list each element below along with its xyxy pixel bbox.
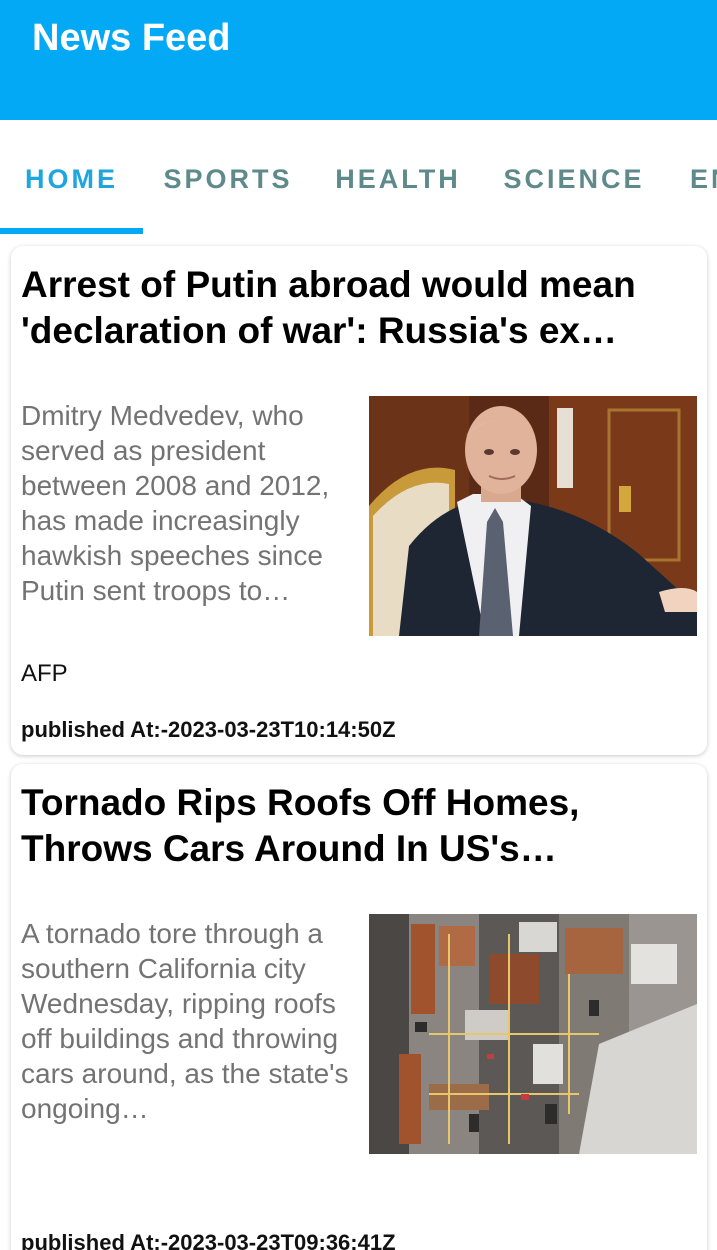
portrait-photo bbox=[369, 396, 697, 636]
app-title: News Feed bbox=[32, 17, 231, 59]
article-headline[interactable]: Tornado Rips Roofs Off Homes, Throws Car… bbox=[21, 780, 691, 872]
article-image[interactable] bbox=[369, 396, 697, 636]
article-description: Dmitry Medvedev, who served as president… bbox=[21, 400, 330, 606]
article-headline[interactable]: Arrest of Putin abroad would mean 'decla… bbox=[21, 262, 691, 354]
tab-sports[interactable]: SPORTS bbox=[148, 120, 308, 234]
article-image[interactable] bbox=[369, 914, 697, 1154]
article-source: AFP bbox=[21, 660, 68, 687]
category-tabs: HOME SPORTS HEALTH SCIENCE EN bbox=[0, 120, 717, 234]
news-card[interactable]: Tornado Rips Roofs Off Homes, Throws Car… bbox=[11, 764, 707, 1250]
article-published-date: published At:-2023-03-23T10:14:50Z bbox=[21, 717, 396, 742]
tab-science[interactable]: SCIENCE bbox=[488, 120, 660, 234]
active-tab-indicator bbox=[0, 228, 143, 234]
tab-health[interactable]: HEALTH bbox=[318, 120, 478, 234]
tab-home[interactable]: HOME bbox=[0, 120, 143, 234]
article-published-date: published At:-2023-03-23T09:36:41Z bbox=[21, 1230, 396, 1250]
news-card[interactable]: Arrest of Putin abroad would mean 'decla… bbox=[11, 246, 707, 755]
article-description: A tornado tore through a southern Califo… bbox=[21, 918, 349, 1124]
app-bar: News Feed bbox=[0, 0, 717, 120]
tab-entertainment[interactable]: EN bbox=[690, 120, 717, 234]
aerial-damage-photo bbox=[369, 914, 697, 1154]
